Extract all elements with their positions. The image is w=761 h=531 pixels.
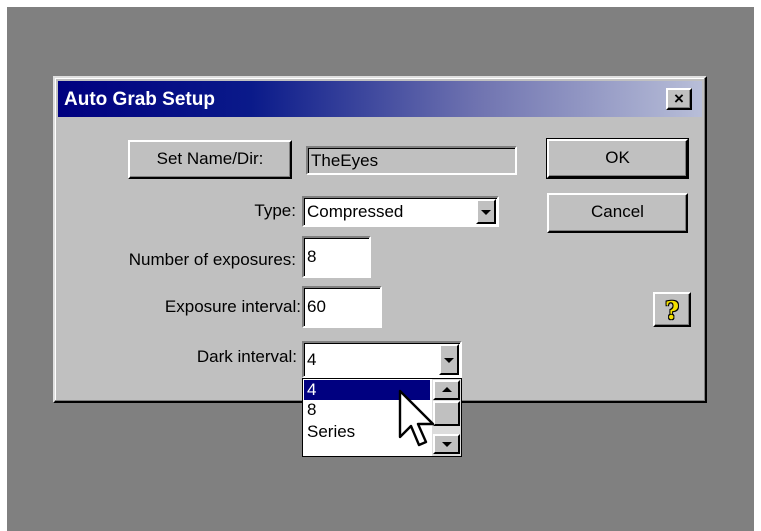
mouse-pointer-icon — [398, 389, 435, 447]
exposure-interval-value: 60 — [307, 297, 326, 316]
title-bar[interactable]: Auto Grab Setup × — [58, 81, 702, 117]
dark-interval-label: Dark interval: — [196, 347, 297, 366]
exposure-interval-input[interactable]: 60 — [302, 286, 382, 328]
chevron-down-icon — [444, 357, 454, 363]
close-icon: × — [674, 89, 684, 108]
exposures-value: 8 — [307, 247, 317, 266]
close-button[interactable]: × — [666, 88, 692, 110]
dark-interval-select[interactable]: 4 — [302, 341, 462, 378]
type-label: Type: — [254, 201, 296, 220]
dark-interval-dropdown-button[interactable] — [439, 344, 459, 375]
type-select[interactable]: Compressed — [302, 196, 499, 227]
dark-interval-dropdown-list: 4 8 Series — [302, 378, 462, 457]
ok-label: OK — [605, 148, 630, 167]
name-dir-value: TheEyes — [311, 151, 379, 170]
arrow-up-icon — [441, 387, 452, 392]
type-dropdown-button[interactable] — [476, 199, 496, 224]
help-question-icon: ? — [664, 296, 680, 325]
dropdown-option-label: 8 — [307, 400, 317, 419]
exposures-input[interactable]: 8 — [302, 236, 371, 278]
name-dir-field: TheEyes — [306, 146, 517, 175]
dropdown-option-label: Series — [307, 422, 356, 441]
dark-interval-value: 4 — [307, 350, 317, 369]
cancel-label: Cancel — [591, 202, 644, 221]
type-value: Compressed — [307, 202, 404, 221]
arrow-down-icon — [441, 442, 452, 447]
set-name-dir-label: Set Name/Dir: — [156, 149, 264, 168]
set-name-dir-button[interactable]: Set Name/Dir: — [128, 140, 292, 179]
chevron-down-icon — [481, 209, 491, 215]
help-button[interactable]: ? — [653, 292, 691, 327]
cancel-button[interactable]: Cancel — [547, 193, 688, 233]
exposures-label: Number of exposures: — [128, 250, 296, 269]
exposure-interval-label: Exposure interval: — [164, 297, 301, 316]
ok-button[interactable]: OK — [546, 138, 689, 179]
dialog-title: Auto Grab Setup — [64, 89, 215, 110]
dropdown-option-label: 4 — [307, 380, 317, 399]
